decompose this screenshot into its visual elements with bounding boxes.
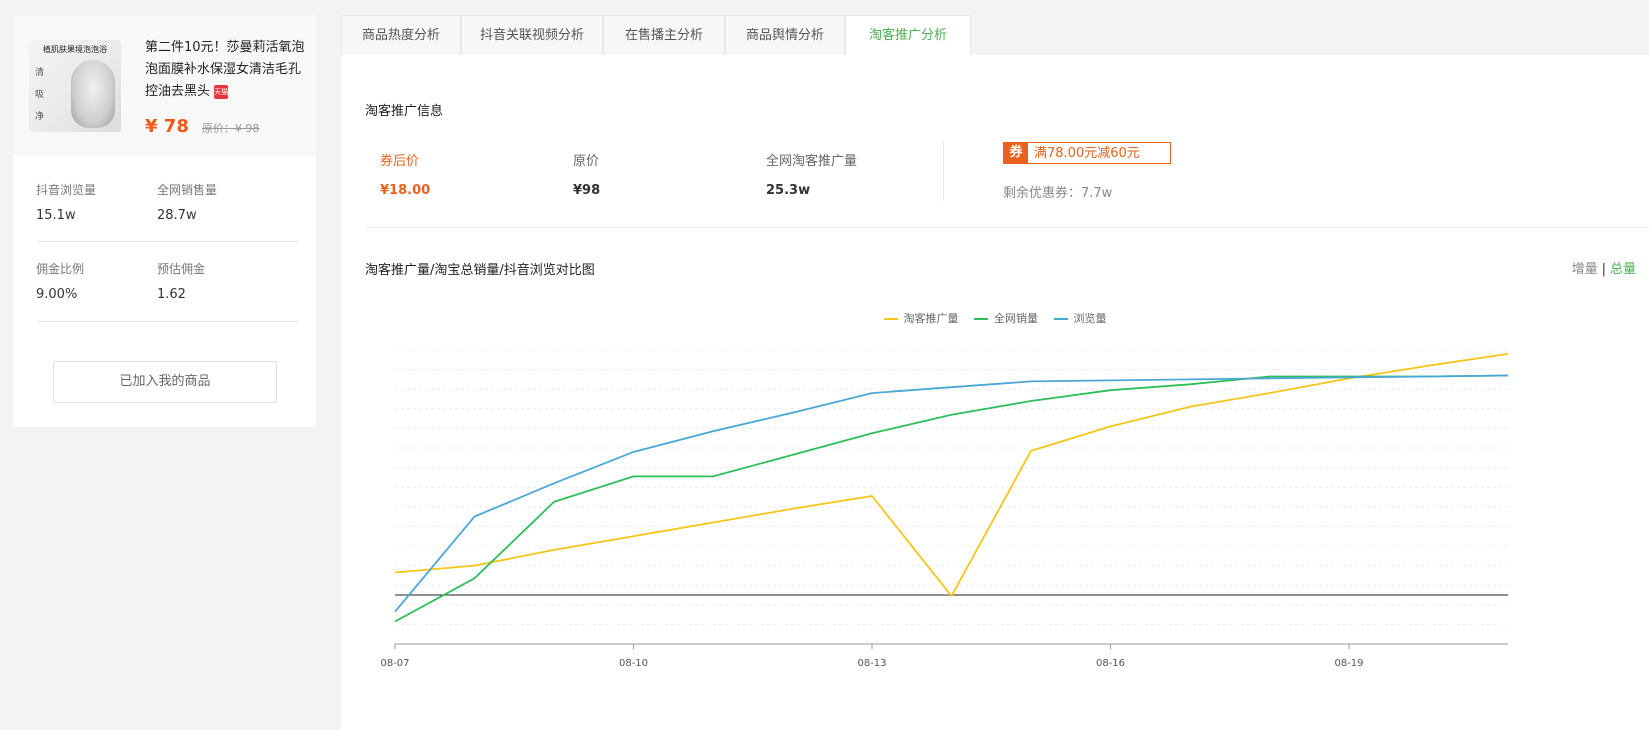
face-mask-image: [71, 60, 115, 128]
thumb-char: 净: [35, 112, 45, 122]
thumb-caption: 植肌肤果境泡泡浴: [43, 45, 107, 54]
comparison-line-chart[interactable]: 08-07 08-10 08-13 08-16 08-19: [341, 55, 1649, 730]
thumb-char: 吸: [35, 90, 45, 100]
thumb-chars: 清 吸 净: [35, 62, 44, 128]
x-tick-label: 08-19: [1334, 658, 1363, 669]
x-tick-label: 08-07: [380, 658, 409, 669]
series-line-1: [394, 353, 1509, 597]
series-line-2: [394, 374, 1509, 623]
tab-taoke-promotion[interactable]: 淘客推广分析: [845, 15, 971, 57]
product-summary: 植肌肤果境泡泡浴 清 吸 净 第二件10元！莎曼莉活氧泡泡面膜补水保湿女清洁毛孔…: [13, 15, 316, 155]
divider: [37, 321, 299, 322]
stat-label: 预估佣金: [157, 262, 206, 276]
tab-streamers[interactable]: 在售播主分析: [603, 15, 725, 56]
stat-value: 1.62: [157, 287, 186, 302]
tmall-icon: 天猫: [214, 84, 229, 99]
x-tick-label: 08-10: [619, 658, 648, 669]
series-line-3: [394, 374, 1509, 613]
stat-label: 全网销售量: [157, 183, 218, 197]
current-price: ¥ 78: [145, 116, 189, 137]
thumb-char: 清: [35, 68, 45, 78]
product-thumbnail[interactable]: 植肌肤果境泡泡浴 清 吸 净: [29, 40, 121, 132]
added-to-my-products-button[interactable]: 已加入我的商品: [53, 361, 277, 403]
stat-total-sales: 全网销售量 28.7w: [157, 181, 277, 223]
product-card: 植肌肤果境泡泡浴 清 吸 净 第二件10元！莎曼莉活氧泡泡面膜补水保湿女清洁毛孔…: [13, 15, 316, 427]
stat-label: 抖音浏览量: [36, 183, 97, 197]
tab-douyin-videos[interactable]: 抖音关联视频分析: [461, 15, 603, 56]
x-tick-label: 08-16: [1096, 658, 1125, 669]
original-price: 原价：¥ 98: [201, 122, 260, 135]
stat-label: 佣金比例: [36, 262, 85, 276]
product-title[interactable]: 第二件10元！莎曼莉活氧泡泡面膜补水保湿女清洁毛孔控油去黑头 天猫: [145, 37, 305, 103]
stat-value: 15.1w: [36, 208, 76, 223]
stat-value: 9.00%: [36, 287, 78, 302]
stat-commission-rate: 佣金比例 9.00%: [36, 260, 156, 302]
divider: [37, 241, 299, 242]
taoke-analysis-panel: 淘客推广信息 券后价 ¥18.00 原价 ¥98 全网淘客推广量 25.3w 券…: [341, 55, 1649, 730]
tab-product-heat[interactable]: 商品热度分析: [341, 15, 461, 56]
tab-sentiment[interactable]: 商品舆情分析: [725, 15, 845, 56]
price-row: ¥ 78 原价：¥ 98: [145, 116, 259, 137]
stat-value: 28.7w: [157, 208, 197, 223]
stat-est-commission: 预估佣金 1.62: [157, 260, 277, 302]
stat-douyin-views: 抖音浏览量 15.1w: [36, 181, 156, 223]
x-tick-label: 08-13: [857, 658, 886, 669]
